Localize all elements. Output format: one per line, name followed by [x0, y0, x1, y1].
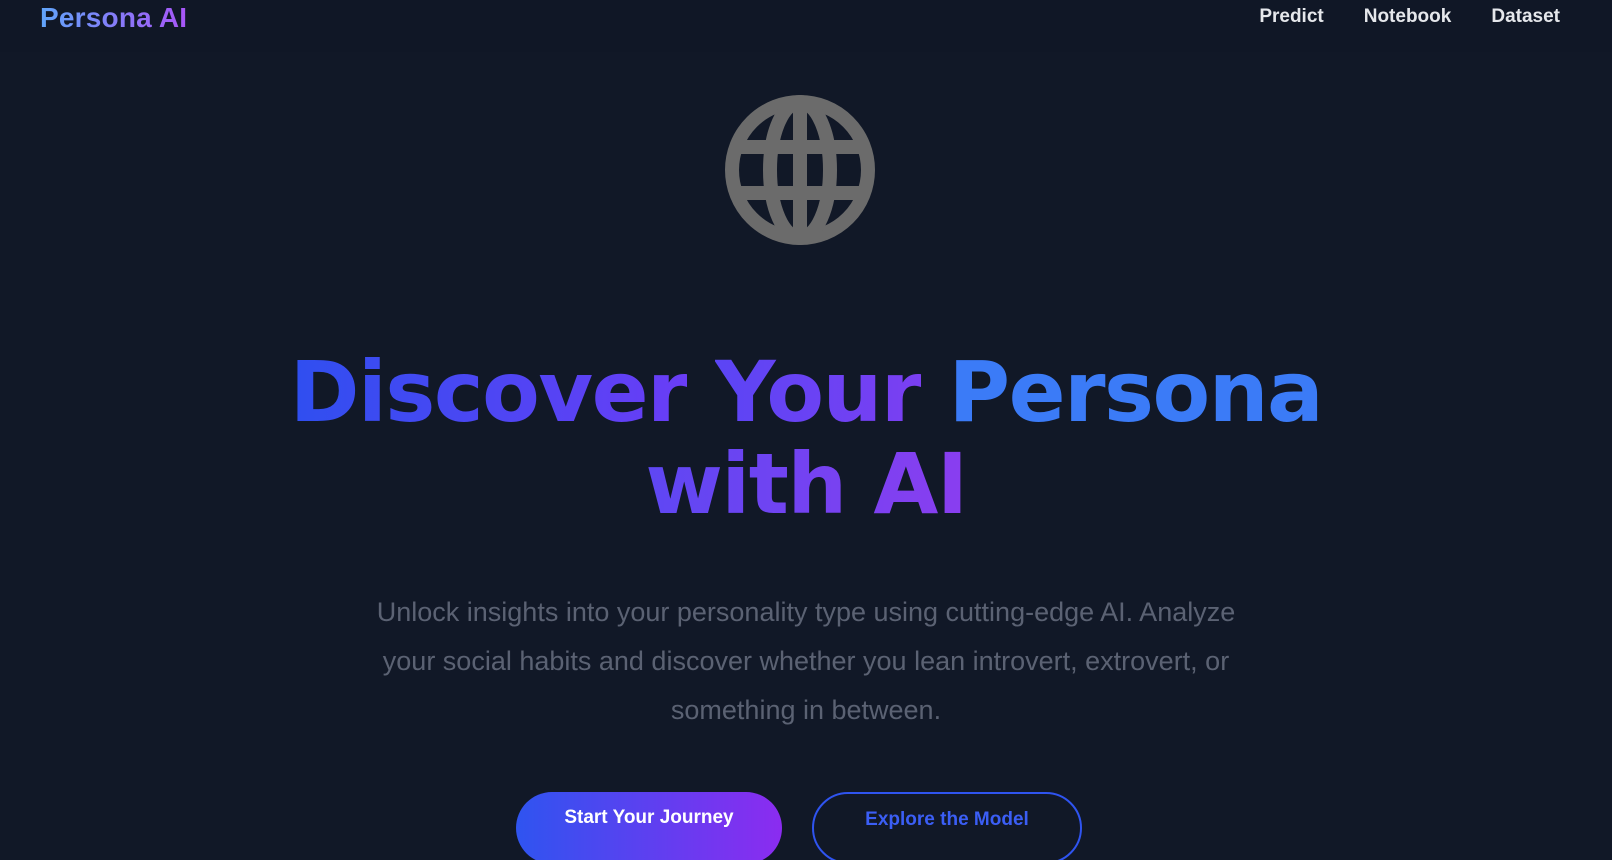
- globe-icon: [725, 95, 875, 245]
- start-journey-button[interactable]: Start Your Journey: [516, 792, 782, 860]
- landing-page: Persona AI Predict Notebook Dataset Disc…: [0, 0, 1612, 860]
- headline-line-with-ai: with AI: [645, 435, 968, 533]
- explore-model-label: Explore the Model: [865, 809, 1029, 830]
- top-nav-bar: Persona AI Predict Notebook Dataset: [0, 0, 1612, 52]
- headline-word-persona: Persona: [948, 343, 1324, 441]
- hero-headline: Discover Your Persona with AI: [0, 346, 1612, 530]
- nav-link-notebook[interactable]: Notebook: [1364, 4, 1452, 30]
- main-nav: Predict Notebook Dataset: [1259, 4, 1560, 30]
- nav-link-dataset[interactable]: Dataset: [1491, 4, 1560, 30]
- brand-logo[interactable]: Persona AI: [40, 2, 187, 34]
- headline-word-discover: Discover: [289, 343, 689, 441]
- headline-word-your: Your: [714, 343, 923, 441]
- explore-model-button[interactable]: Explore the Model: [812, 792, 1082, 860]
- start-journey-label: Start Your Journey: [564, 807, 734, 828]
- nav-link-predict[interactable]: Predict: [1259, 4, 1323, 30]
- hero-subtitle: Unlock insights into your personality ty…: [376, 597, 1236, 725]
